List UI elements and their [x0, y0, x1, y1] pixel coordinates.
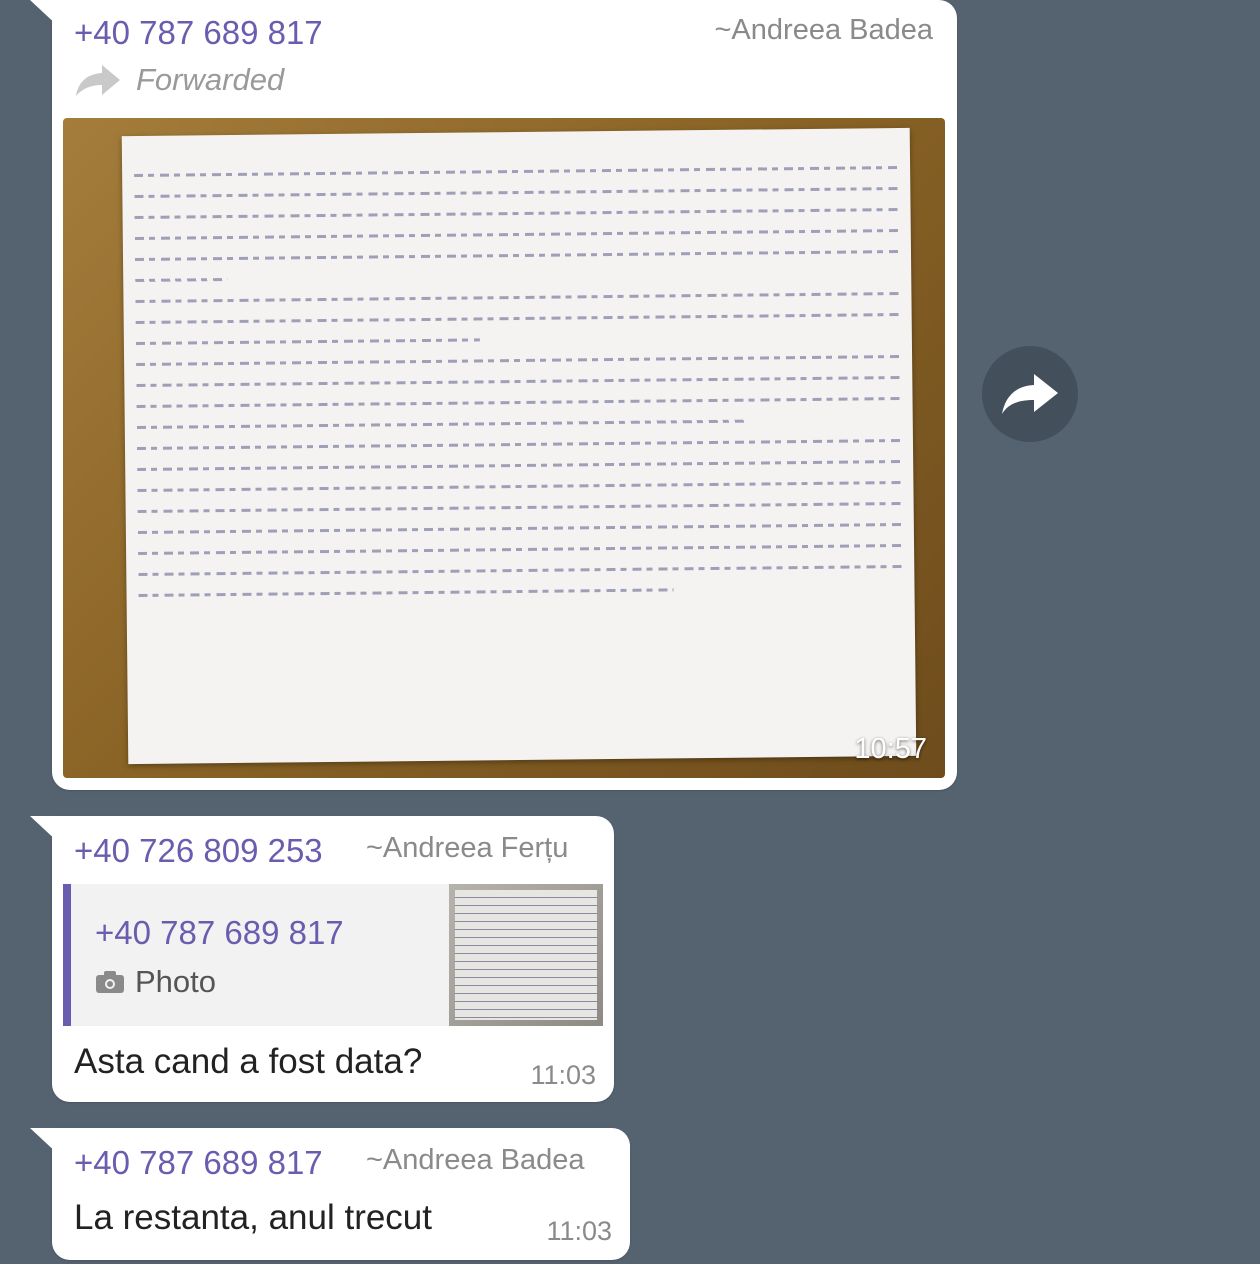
sender-phone[interactable]: +40 787 689 817: [74, 14, 323, 52]
share-button[interactable]: [982, 346, 1078, 442]
sender-phone[interactable]: +40 726 809 253: [74, 832, 323, 870]
handwritten-page: [121, 127, 917, 765]
share-icon: [1002, 374, 1058, 414]
photo-attachment[interactable]: 10:57: [63, 118, 945, 778]
message-time: 11:03: [530, 1060, 596, 1090]
sender-alias: ~Andreea Badea: [714, 14, 934, 46]
quoted-sender-phone: +40 787 689 817: [95, 914, 344, 951]
quoted-type-label: Photo: [135, 964, 217, 999]
sender-phone[interactable]: +40 787 689 817: [74, 1144, 323, 1182]
forwarded-label: Forwarded: [136, 62, 285, 97]
message-bubble-text[interactable]: +40 787 689 817 ~Andreea Badea La restan…: [30, 1128, 630, 1260]
message-text: La restanta, anul trecut: [74, 1198, 432, 1237]
message-time: 11:03: [546, 1216, 612, 1246]
forward-arrow-icon: [76, 65, 120, 96]
quoted-type: Photo: [95, 964, 216, 1000]
camera-icon: [96, 971, 124, 993]
message-bubble-forwarded-photo[interactable]: +40 787 689 817 ~Andreea Badea Forwarded…: [30, 0, 957, 790]
forwarded-indicator: Forwarded: [74, 62, 284, 98]
quoted-photo-thumbnail: [449, 884, 603, 1026]
sender-alias: ~Andreea Ferțu: [366, 832, 569, 864]
sender-alias: ~Andreea Badea: [366, 1144, 585, 1176]
message-time: 10:57: [854, 733, 927, 765]
quoted-reply[interactable]: +40 787 689 817 Photo: [63, 884, 603, 1026]
message-text: Asta cand a fost data?: [74, 1042, 423, 1081]
message-bubble-reply[interactable]: +40 726 809 253 ~Andreea Ferțu +40 787 6…: [30, 816, 614, 1102]
